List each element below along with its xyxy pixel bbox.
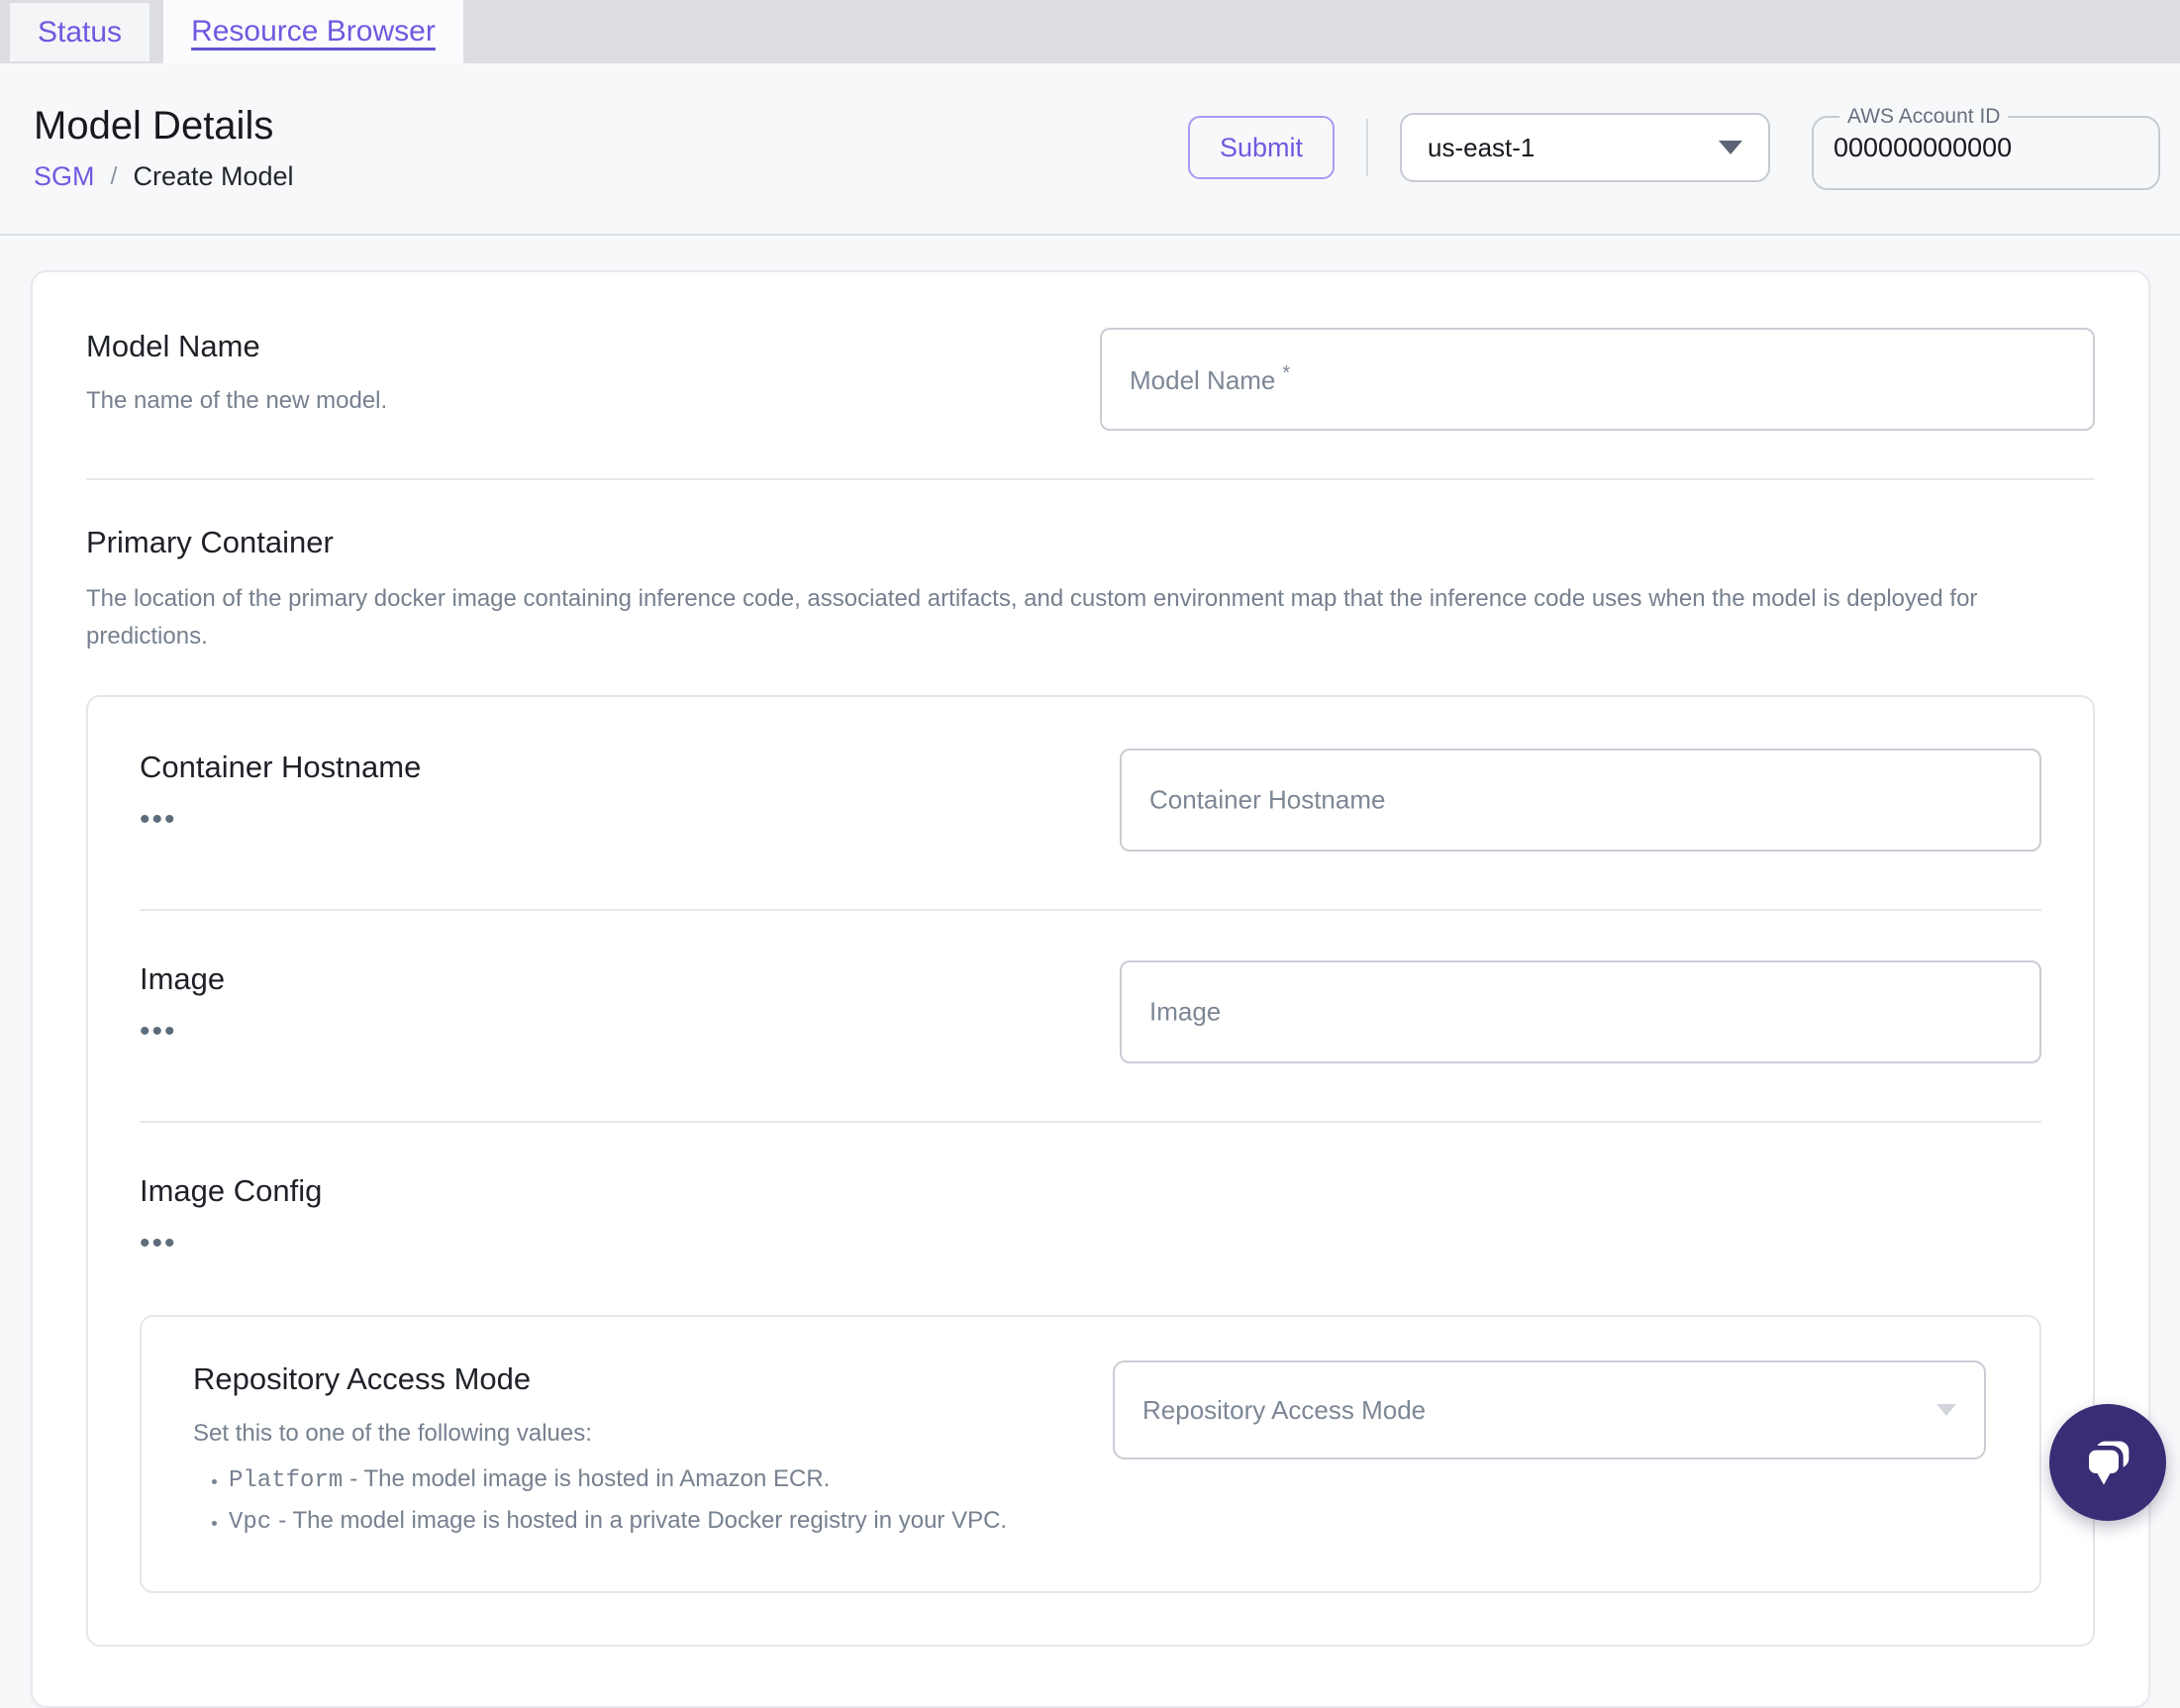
repository-access-mode-select[interactable]: Repository Access Mode [1113, 1360, 1986, 1460]
repository-access-mode-meta: Repository Access Mode Set this to one o… [193, 1360, 1113, 1540]
option-text: - The model image is hosted in Amazon EC… [349, 1464, 831, 1492]
image-input[interactable] [1120, 960, 2041, 1063]
image-config-card: Repository Access Mode Set this to one o… [140, 1315, 2041, 1593]
breadcrumb: SGM / Create Model [34, 161, 294, 192]
region-select[interactable]: us-east-1 [1400, 113, 1770, 182]
repository-access-mode-description: Set this to one of the following values: [193, 1420, 592, 1448]
container-hostname-input[interactable] [1120, 749, 2041, 852]
image-expand-button[interactable]: ••• [140, 1017, 177, 1047]
image-label: Image [140, 961, 226, 996]
image-config-section: Image Config ••• Repository Access Mode … [140, 1172, 2041, 1593]
tab-resource-browser[interactable]: Resource Browser [163, 0, 463, 63]
model-name-row: Model Name The name of the new model. Mo… [86, 328, 2095, 431]
header-divider [1366, 119, 1368, 176]
option-code: Vpc [229, 1508, 272, 1536]
breadcrumb-root-link[interactable]: SGM [34, 161, 95, 192]
primary-container-card: Container Hostname ••• Container Hostnam… [86, 695, 2095, 1647]
option-text: - The model image is hosted in a private… [278, 1506, 1008, 1534]
image-meta: Image ••• [140, 960, 1120, 1047]
repository-access-mode-label: Repository Access Mode [193, 1361, 532, 1397]
page-header-left: Model Details SGM / Create Model [34, 104, 294, 192]
row-divider [140, 1121, 2041, 1123]
header-actions: Submit us-east-1 AWS Account ID [1187, 105, 2162, 190]
model-name-input[interactable] [1100, 328, 2095, 431]
model-name-label: Model Name [86, 329, 260, 363]
image-config-label: Image Config [140, 1173, 323, 1208]
aws-account-id-label: AWS Account ID [1847, 105, 2001, 128]
primary-container-section: Primary Container The location of the pr… [86, 524, 2095, 1647]
tab-bar: Status Resource Browser [0, 0, 2180, 63]
primary-container-label: Primary Container [86, 525, 334, 559]
repository-access-mode-select-placeholder: Repository Access Mode [1142, 1394, 1427, 1425]
tab-status[interactable]: Status [10, 3, 150, 61]
aws-account-id-fieldset: AWS Account ID [1812, 105, 2160, 190]
page-header: Model Details SGM / Create Model Submit … [0, 63, 2180, 236]
breadcrumb-current: Create Model [133, 160, 294, 191]
repository-access-mode-row: Repository Access Mode Set this to one o… [193, 1360, 1986, 1540]
primary-container-description: The location of the primary docker image… [86, 585, 1978, 651]
repository-access-mode-options-list: Platform- The model image is hosted in A… [193, 1462, 1053, 1540]
list-item: Vpc- The model image is hosted in a priv… [229, 1504, 1053, 1540]
chevron-down-icon [1719, 141, 1742, 154]
container-hostname-label: Container Hostname [140, 750, 422, 784]
model-details-card: Model Name The name of the new model. Mo… [31, 270, 2150, 1708]
container-hostname-input-shell: Container Hostname [1120, 749, 2041, 852]
chat-widget-button[interactable] [2049, 1404, 2166, 1521]
region-select-value: us-east-1 [1428, 132, 1536, 162]
breadcrumb-separator: / [110, 161, 118, 190]
container-hostname-row: Container Hostname ••• Container Hostnam… [140, 749, 2041, 852]
chevron-down-icon [1936, 1404, 1956, 1417]
tab-status-label: Status [38, 15, 123, 49]
container-hostname-meta: Container Hostname ••• [140, 749, 1120, 835]
main-content: Model Name The name of the new model. Mo… [0, 236, 2180, 1708]
tab-resource-browser-label: Resource Browser [191, 15, 436, 48]
submit-button[interactable]: Submit [1187, 116, 1335, 179]
aws-account-id-input[interactable] [1833, 133, 2144, 163]
model-name-input-shell: Model Name * [1100, 328, 2095, 431]
model-name-description: The name of the new model. [86, 387, 388, 415]
list-item: Platform- The model image is hosted in A… [229, 1462, 1053, 1498]
page-title: Model Details [34, 103, 274, 148]
image-config-expand-button[interactable]: ••• [140, 1229, 177, 1258]
model-name-meta: Model Name The name of the new model. [86, 328, 1100, 419]
container-hostname-expand-button[interactable]: ••• [140, 805, 177, 835]
option-code: Platform [229, 1466, 344, 1494]
section-divider [86, 478, 2095, 480]
image-input-shell: Image [1120, 960, 2041, 1063]
row-divider [140, 909, 2041, 911]
chat-bubbles-icon [2084, 1441, 2130, 1485]
image-row: Image ••• Image [140, 960, 2041, 1063]
